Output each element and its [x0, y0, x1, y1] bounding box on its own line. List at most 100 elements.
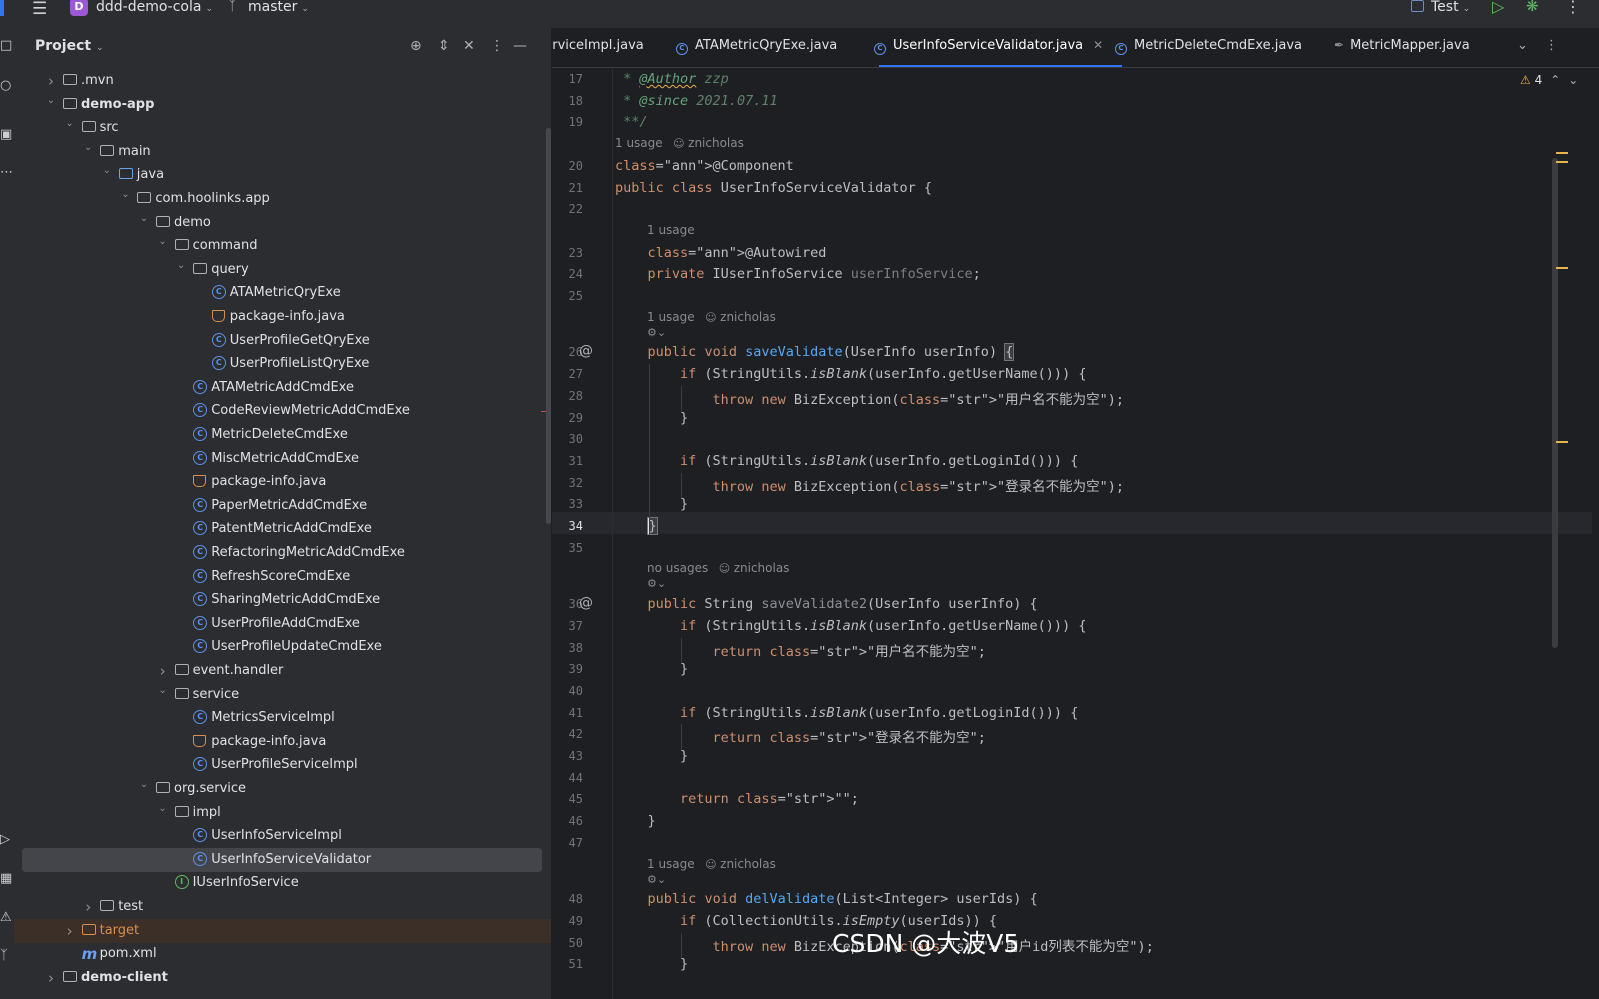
chevron-down-icon[interactable]: ⌄: [157, 679, 169, 703]
run-icon[interactable]: ▷: [1492, 0, 1504, 16]
author-name[interactable]: znicholas: [720, 310, 776, 324]
editor-scrollbar[interactable]: [1552, 158, 1558, 648]
usage-inlay-hint[interactable]: 1 usage ☺ znicholas: [615, 136, 744, 150]
author-name[interactable]: znicholas: [688, 136, 744, 150]
chevron-down-icon[interactable]: ⌄: [138, 207, 150, 231]
ai-actions-icon[interactable]: ⚙⌄: [647, 326, 666, 339]
override-marker-icon[interactable]: @: [579, 595, 593, 611]
terminal-tool-icon[interactable]: ▦: [0, 871, 14, 886]
tree-item[interactable]: C UserInfoServiceImpl: [22, 824, 542, 848]
usage-inlay-hint[interactable]: 1 usage ☺ znicholas: [647, 310, 776, 324]
editor-tab[interactable]: C MetricDeleteCmdExe.java: [1115, 38, 1302, 68]
hide-panel-icon[interactable]: —: [513, 38, 527, 54]
more-options-icon[interactable]: ⋮: [1565, 0, 1581, 16]
tree-item[interactable]: ⌄ demo-app: [22, 93, 542, 117]
warning-stripe[interactable]: [1556, 267, 1568, 269]
chevron-down-icon[interactable]: ⌄: [157, 797, 169, 821]
usage-inlay-hint[interactable]: no usages ☺ znicholas: [647, 561, 789, 575]
usage-count[interactable]: 1 usage: [647, 857, 695, 871]
commit-tool-icon[interactable]: ○: [0, 78, 14, 93]
tree-item[interactable]: ⌄ src: [22, 116, 542, 140]
usage-count[interactable]: 1 usage: [647, 223, 695, 237]
chevron-down-icon[interactable]: ⌄: [119, 183, 131, 207]
usage-inlay-hint[interactable]: 1 usage ☺ znicholas: [647, 857, 776, 871]
tabs-dropdown-icon[interactable]: ⌄: [1517, 38, 1528, 53]
editor-tab[interactable]: ServiceImpl.java: [552, 38, 644, 68]
next-highlight-icon[interactable]: ⌄: [1568, 73, 1578, 87]
inspection-widget[interactable]: ⚠ 4 ⌃ ⌄: [1520, 73, 1578, 87]
chevron-down-icon[interactable]: ⌄: [138, 773, 150, 797]
project-scrollbar[interactable]: [546, 128, 551, 524]
usage-count[interactable]: 1 usage: [647, 310, 695, 324]
tree-item[interactable]: C MetricDeleteCmdExe: [22, 423, 542, 447]
main-menu-icon[interactable]: ☰: [32, 1, 52, 19]
expand-all-icon[interactable]: ⇕: [438, 38, 450, 54]
tree-item[interactable]: package-info.java: [22, 470, 542, 494]
branch-switcher[interactable]: master ⌄: [248, 0, 309, 15]
author-name[interactable]: znicholas: [720, 857, 776, 871]
chevron-down-icon[interactable]: ⌄: [157, 230, 169, 254]
tree-item[interactable]: C CodeReviewMetricAddCmdExe: [22, 399, 542, 423]
tree-item[interactable]: C RefactoringMetricAddCmdExe: [22, 541, 542, 565]
problems-tool-icon[interactable]: ⚠: [0, 910, 14, 925]
tree-item[interactable]: ⌄ java: [22, 163, 542, 187]
tree-item[interactable]: m pom.xml: [22, 942, 542, 966]
tree-item[interactable]: I IUserInfoService: [22, 871, 542, 895]
tree-item[interactable]: ⌄ service: [22, 683, 542, 707]
warning-stripe[interactable]: [1556, 161, 1568, 163]
tree-item[interactable]: ⌄ impl: [22, 801, 542, 825]
tree-item[interactable]: C MiscMetricAddCmdExe: [22, 447, 542, 471]
tree-item[interactable]: C MetricsServiceImpl: [22, 706, 542, 730]
author-name[interactable]: znicholas: [734, 561, 790, 575]
editor-tab[interactable]: C UserInfoServiceValidator.java ✕: [874, 38, 1103, 68]
tree-item[interactable]: ⌄ org.service: [22, 777, 542, 801]
debug-icon[interactable]: ❋: [1526, 0, 1539, 15]
git-tool-icon[interactable]: ᛉ: [0, 948, 14, 963]
tree-item[interactable]: ⌄ com.hoolinks.app: [22, 187, 542, 211]
tree-item[interactable]: › event.handler: [22, 659, 542, 683]
editor-tab[interactable]: C ATAMetricQryExe.java: [676, 38, 837, 68]
tree-item[interactable]: › target: [14, 918, 551, 943]
project-switcher[interactable]: ddd-demo-cola ⌄: [96, 0, 213, 15]
tree-item[interactable]: package-info.java: [22, 730, 542, 754]
tree-item[interactable]: package-info.java: [22, 305, 542, 329]
prev-highlight-icon[interactable]: ⌃: [1550, 73, 1560, 87]
project-view-selector[interactable]: Project ⌄: [35, 38, 104, 54]
tree-item[interactable]: C RefreshScoreCmdExe: [22, 565, 542, 589]
chevron-down-icon[interactable]: ⌄: [82, 136, 94, 160]
chevron-down-icon[interactable]: ⌄: [175, 254, 187, 278]
tree-item[interactable]: C UserProfileAddCmdExe: [22, 612, 542, 636]
editor-tab[interactable]: ✒ MetricMapper.java: [1334, 38, 1470, 68]
chevron-right-icon[interactable]: ›: [45, 966, 57, 990]
more-tools-icon[interactable]: ⋯: [0, 165, 14, 180]
tree-item[interactable]: › test: [22, 895, 542, 919]
locate-file-icon[interactable]: ⊕: [410, 38, 422, 54]
chevron-down-icon[interactable]: ⌄: [45, 89, 57, 113]
collapse-all-icon[interactable]: ✕: [463, 38, 475, 54]
chevron-down-icon[interactable]: ⌄: [101, 159, 113, 183]
tree-item[interactable]: ⌄ query: [22, 258, 542, 282]
tree-item[interactable]: C ATAMetricAddCmdExe: [22, 376, 542, 400]
chevron-down-icon[interactable]: ⌄: [64, 112, 76, 136]
tree-item[interactable]: C UserInfoServiceValidator: [22, 847, 542, 872]
override-marker-icon[interactable]: @: [579, 343, 593, 359]
tree-item[interactable]: C ATAMetricQryExe: [22, 281, 542, 305]
tree-item[interactable]: C UserProfileServiceImpl: [22, 753, 542, 777]
tree-item[interactable]: C PaperMetricAddCmdExe: [22, 494, 542, 518]
tree-item[interactable]: C UserProfileListQryExe: [22, 352, 542, 376]
tree-item[interactable]: ⌄ demo: [22, 211, 542, 235]
usage-count[interactable]: no usages: [647, 561, 708, 575]
usage-inlay-hint[interactable]: 1 usage: [647, 223, 695, 237]
chevron-right-icon[interactable]: ›: [82, 895, 94, 919]
tree-item[interactable]: ⌄ command: [22, 234, 542, 258]
tree-item[interactable]: C UserProfileUpdateCmdExe: [22, 635, 542, 659]
tree-item[interactable]: › .mvn: [22, 69, 542, 93]
tree-item[interactable]: C UserProfileGetQryExe: [22, 329, 542, 353]
close-tab-icon[interactable]: ✕: [1093, 38, 1103, 52]
services-tool-icon[interactable]: ▷: [0, 832, 14, 847]
project-tool-icon[interactable]: □: [0, 38, 14, 53]
ai-actions-icon[interactable]: ⚙⌄: [647, 577, 666, 590]
more-tabs-icon[interactable]: ⋮: [1545, 38, 1558, 53]
options-icon[interactable]: ⋮: [490, 38, 504, 54]
tree-item[interactable]: › demo-client: [22, 966, 542, 990]
